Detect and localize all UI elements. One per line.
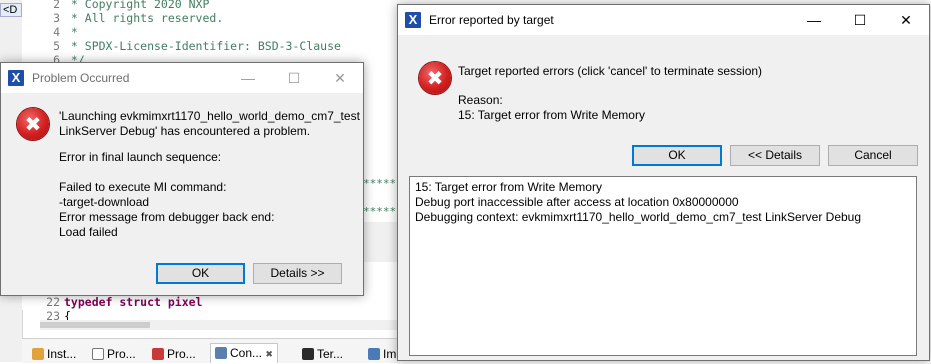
tab-console[interactable]: Con... ✖ — [210, 343, 278, 363]
dialog-title: Error reported by target — [429, 13, 554, 27]
maximize-button[interactable]: ☐ — [837, 5, 883, 35]
bottom-view-tabs: Inst... Pro... Pro... Con... ✖ Ter... Im — [22, 338, 400, 363]
app-icon: X — [8, 70, 24, 86]
details-line: 15: Target error from Write Memory — [415, 180, 602, 194]
maximize-button[interactable]: ☐ — [271, 63, 317, 93]
problem-message: 'Launching evkmimxrt1170_hello_world_dem… — [59, 109, 360, 138]
properties-icon — [92, 348, 104, 360]
left-tab-fragment[interactable]: <D — [0, 3, 22, 17]
details-button[interactable]: Details >> — [253, 263, 342, 284]
problem-occurred-dialog: X Problem Occurred — ☐ ✕ ✖ 'Launching ev… — [0, 62, 364, 296]
console-icon — [215, 347, 227, 359]
tab-problems[interactable]: Pro... — [152, 346, 196, 362]
reason-text: 15: Target error from Write Memory — [458, 108, 645, 122]
plugin-icon — [32, 348, 44, 360]
error-icon: ✖ — [419, 62, 451, 94]
editor-horizontal-scrollbar[interactable] — [40, 320, 400, 330]
tab-terminal[interactable]: Ter... — [302, 346, 343, 362]
dialog-title: Problem Occurred — [32, 71, 130, 85]
tab-installed-plugins[interactable]: Inst... — [32, 346, 76, 362]
comment-stars: ***** — [363, 205, 397, 218]
ok-button[interactable]: OK — [156, 263, 245, 284]
close-icon[interactable]: ✖ — [265, 349, 273, 359]
details-line: Debugging context: evkmimxrt1170_hello_w… — [415, 210, 862, 224]
editor-gutter-band — [362, 222, 400, 262]
error-details-text[interactable]: 15: Target error from Write Memory Debug… — [409, 176, 917, 356]
minimize-button[interactable]: — — [791, 5, 837, 35]
details-button[interactable]: << Details — [730, 145, 820, 166]
details-line: Debug port inaccessible after access at … — [415, 195, 739, 209]
app-icon: X — [405, 12, 421, 28]
tab-properties[interactable]: Pro... — [92, 346, 136, 362]
ok-button[interactable]: OK — [632, 145, 722, 166]
target-error-message: Target reported errors (click 'cancel' t… — [458, 64, 763, 78]
close-button[interactable]: ✕ — [317, 63, 363, 93]
cancel-button[interactable]: Cancel — [828, 145, 918, 166]
image-info-icon — [368, 348, 380, 360]
terminal-icon — [302, 348, 314, 360]
problem-error-details: Error in final launch sequence: Failed t… — [59, 150, 275, 239]
tab-image-info[interactable]: Im — [368, 346, 396, 362]
minimize-button[interactable]: — — [225, 63, 271, 93]
title-bar: X Problem Occurred — ☐ ✕ — [1, 63, 363, 93]
scrollbar-thumb[interactable] — [40, 322, 150, 328]
reason-label: Reason: — [458, 93, 503, 107]
error-reported-dialog: X Error reported by target — ☐ ✕ ✖ Targe… — [397, 4, 930, 361]
error-icon: ✖ — [17, 108, 49, 140]
problems-icon — [152, 348, 164, 360]
comment-stars: ***** — [363, 177, 397, 190]
title-bar: X Error reported by target — ☐ ✕ — [398, 5, 929, 35]
close-button[interactable]: ✕ — [883, 5, 929, 35]
